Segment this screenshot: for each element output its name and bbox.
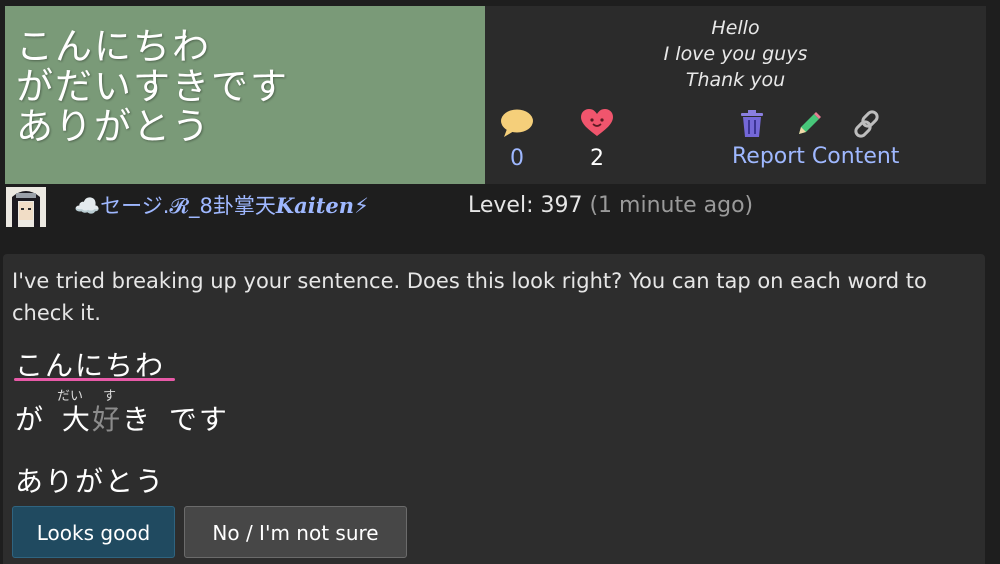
comment-text: I've tried breaking up your sentence. Do… <box>12 269 927 325</box>
comment-count[interactable]: 0 <box>497 146 537 171</box>
kana-ki: き <box>121 403 152 436</box>
avatar[interactable] <box>6 187 46 227</box>
word-row-3[interactable]: ありがとう <box>15 460 165 500</box>
username-suffix: Kaiten <box>275 193 355 218</box>
ruby-dai: だい <box>57 389 84 404</box>
comment-card: I've tried breaking up your sentence. Do… <box>3 254 985 564</box>
word-ga[interactable]: が <box>15 403 45 436</box>
post-translation: Hello I love you guys Thank you <box>485 6 986 93</box>
image-line: ありがとう <box>16 105 211 148</box>
word-row-2: が 大好き です <box>15 398 229 438</box>
kanji-su: 好 <box>91 403 122 436</box>
word-daisuki[interactable]: 大好き <box>62 403 152 436</box>
level-info: Level: 397 (1 minute ago) <box>468 185 753 231</box>
username-text: ☁️セージ.𝓡_8卦掌天 <box>74 194 276 218</box>
edit-icon[interactable] <box>795 110 823 142</box>
author-row: ☁️セージ.𝓡_8卦掌天Kaiten⚡ Level: 397 (1 minute… <box>0 185 1000 231</box>
report-content-link[interactable]: Report Content <box>732 144 899 169</box>
heart-icon[interactable] <box>579 108 615 142</box>
ruby-su: す <box>103 389 117 404</box>
lightning-icon: ⚡ <box>354 194 369 218</box>
timestamp: (1 minute ago) <box>589 193 754 218</box>
username[interactable]: ☁️セージ.𝓡_8卦掌天Kaiten⚡ <box>74 185 369 231</box>
like-count: 2 <box>590 146 604 171</box>
comment-icon[interactable] <box>499 108 535 142</box>
translation-line: I love you guys <box>663 43 808 65</box>
post-card: こんにちわ がだいすきです ありがとう Hello I love you guy… <box>5 6 986 184</box>
word-underline <box>14 378 175 381</box>
looks-good-button[interactable]: Looks good <box>12 506 175 558</box>
translation-line: Thank you <box>685 69 786 91</box>
translation-line: Hello <box>711 17 760 39</box>
not-sure-button[interactable]: No / I'm not sure <box>184 506 407 558</box>
word-desu[interactable]: です <box>169 403 229 436</box>
trash-icon[interactable] <box>739 110 765 142</box>
kanji-dai: 大 <box>61 403 92 436</box>
post-image: こんにちわ がだいすきです ありがとう <box>5 6 485 184</box>
level-label: Level: 397 <box>468 193 583 218</box>
link-icon[interactable] <box>851 108 883 144</box>
